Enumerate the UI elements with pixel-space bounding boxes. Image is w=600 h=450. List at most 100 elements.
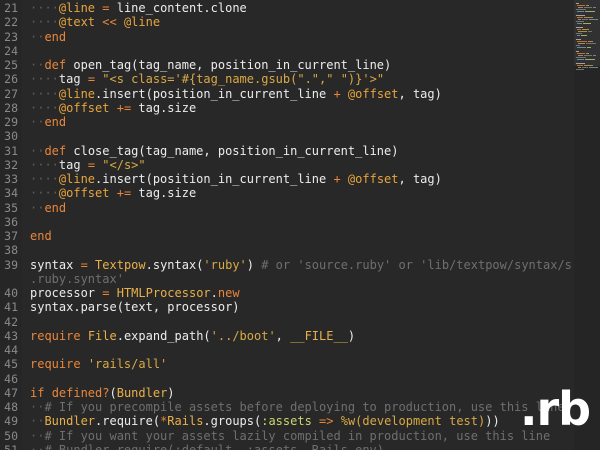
token-cm: # or 'source.ruby' or 'lib/textpow/synta…	[261, 257, 572, 272]
code-line[interactable]: 22 ····@text << @line	[0, 15, 572, 29]
code-line[interactable]: 32 ····tag = "</s>"	[0, 158, 572, 172]
line-number: 23	[4, 29, 18, 44]
code-editor[interactable]: 21 ····@line = line_content.clone 22 ····@t…	[0, 0, 600, 450]
token-nm	[88, 258, 95, 272]
code-line[interactable]: 36	[0, 215, 572, 229]
code-text: require 'rails/all'	[30, 357, 167, 371]
code-area[interactable]: 21 ····@line = line_content.clone 22 ····@t…	[0, 0, 572, 450]
code-line[interactable]: 33 ····@line.insert(position_in_current_l…	[0, 172, 572, 186]
minimap-line	[576, 39, 581, 40]
minimap-line	[576, 21, 584, 22]
code-line[interactable]: 50 ··# If you want your assets lazily com…	[0, 429, 572, 443]
code-line[interactable]: 45 require 'rails/all'	[0, 357, 572, 371]
code-line[interactable]: 34 ····@offset += tag.size	[0, 186, 572, 200]
token-nm: .	[210, 286, 218, 300]
ruby-file-badge: .rb	[520, 382, 591, 436]
code-line[interactable]: 29 ··end	[0, 115, 572, 129]
code-line[interactable]: 23 ··end	[0, 30, 572, 44]
token-nm	[109, 186, 116, 200]
code-text: ····@line = line_content.clone	[30, 1, 247, 15]
line-number: 40	[4, 286, 18, 300]
token-dot: ····	[30, 172, 59, 186]
line-number: 30	[4, 129, 18, 144]
code-line[interactable]: 40 processor = HTMLProcessor.new	[0, 286, 572, 300]
token-nm: .insert(position_in_current_line	[95, 86, 334, 101]
token-op: =	[102, 1, 110, 15]
token-cls: Bundler	[44, 414, 96, 429]
minimap-line	[586, 43, 596, 44]
minimap-line	[588, 41, 593, 42]
code-line[interactable]: 44	[0, 343, 572, 357]
minimap-line	[577, 41, 587, 42]
token-nm: tag	[58, 157, 88, 172]
line-number: 33	[4, 172, 18, 186]
minimap-line	[576, 3, 579, 4]
code-line[interactable]: 35 ··end	[0, 201, 572, 215]
code-text: syntax = Textpow.syntax('ruby') # or 'so…	[30, 258, 572, 272]
token-dot: ··	[30, 400, 45, 414]
code-line[interactable]: 28 ····@offset += tag.size	[0, 101, 572, 115]
token-cls: File	[87, 328, 117, 343]
minimap-line	[577, 53, 585, 54]
token-nm: .require(	[95, 414, 161, 429]
minimap-line	[581, 35, 587, 36]
token-kw: end	[30, 229, 52, 243]
code-line[interactable]: 49 ··Bundler.require(*Rails.groups(:asset…	[0, 414, 572, 428]
token-op: +=	[116, 100, 132, 115]
code-line[interactable]: 37 end	[0, 229, 572, 243]
line-number: 27	[4, 86, 18, 101]
minimap-line	[578, 19, 581, 20]
code-line[interactable]: 38	[0, 243, 572, 257]
token-nm: ))	[485, 414, 500, 429]
line-number: 50	[4, 428, 18, 443]
token-dot: ··	[30, 428, 45, 443]
code-text: ··def close_tag(tag_name, position_in_cu…	[30, 144, 398, 158]
minimap-line	[577, 47, 586, 48]
minimap-line	[577, 35, 580, 36]
token-dot: ····	[30, 72, 59, 87]
token-iv: @offset	[347, 86, 399, 101]
token-op: <<	[102, 15, 117, 30]
code-line[interactable]: 21 ····@line = line_content.clone	[0, 1, 572, 15]
line-number: 41	[4, 300, 18, 315]
line-number: 38	[4, 243, 18, 258]
code-line[interactable]: 27 ····@line.insert(position_in_current_l…	[0, 87, 572, 101]
minimap-line	[584, 17, 593, 18]
code-line[interactable]: 43 require File.expand_path('../boot', __…	[0, 329, 572, 343]
code-line[interactable]: 42	[0, 315, 572, 329]
line-number: 48	[4, 400, 18, 414]
code-line[interactable]: 39 syntax = Textpow.syntax('ruby') # or '…	[0, 258, 572, 272]
code-line[interactable]: 46	[0, 372, 572, 386]
token-dot: ··	[30, 29, 45, 44]
code-line[interactable]: .ruby.syntax'	[0, 272, 572, 286]
token-nm: tag.size	[131, 100, 197, 115]
token-str: '../boot'	[210, 328, 276, 343]
minimap-line	[576, 15, 585, 16]
minimap-line	[577, 59, 584, 60]
code-line[interactable]: 24	[0, 44, 572, 58]
token-iv: @offset	[347, 172, 399, 186]
code-line[interactable]: 48 ··# If you precompile assets before de…	[0, 400, 572, 414]
code-line[interactable]: 41 syntax.parse(text, processor)	[0, 300, 572, 314]
code-line[interactable]: 30	[0, 129, 572, 143]
code-line[interactable]: 25 ··def open_tag(tag_name, position_in_c…	[0, 58, 572, 72]
token-dot: ··	[30, 58, 45, 72]
token-cls: Textpow	[95, 257, 146, 272]
minimap-line	[576, 9, 586, 10]
minimap-line	[578, 43, 585, 44]
token-dot: ··	[30, 115, 45, 129]
code-line[interactable]: 31 ··def close_tag(tag_name, position_in_…	[0, 144, 572, 158]
code-line[interactable]: 47 if defined?(Bundler)	[0, 386, 572, 400]
line-number: 24	[4, 43, 18, 58]
minimap-line	[576, 63, 585, 64]
token-kw: require	[30, 328, 81, 343]
line-number: 35	[4, 200, 18, 215]
token-kw: end	[44, 29, 67, 44]
minimap-line	[577, 29, 581, 30]
token-op: =	[87, 72, 96, 87]
code-line[interactable]: 51 ··# Bundler.require(:default, :assets,…	[0, 443, 572, 450]
minimap-line	[578, 67, 581, 68]
line-number: 22	[4, 15, 18, 30]
code-line[interactable]: 26 ····tag = "<s class='#{tag_name.gsub("…	[0, 72, 572, 86]
line-number: 39	[4, 257, 18, 272]
